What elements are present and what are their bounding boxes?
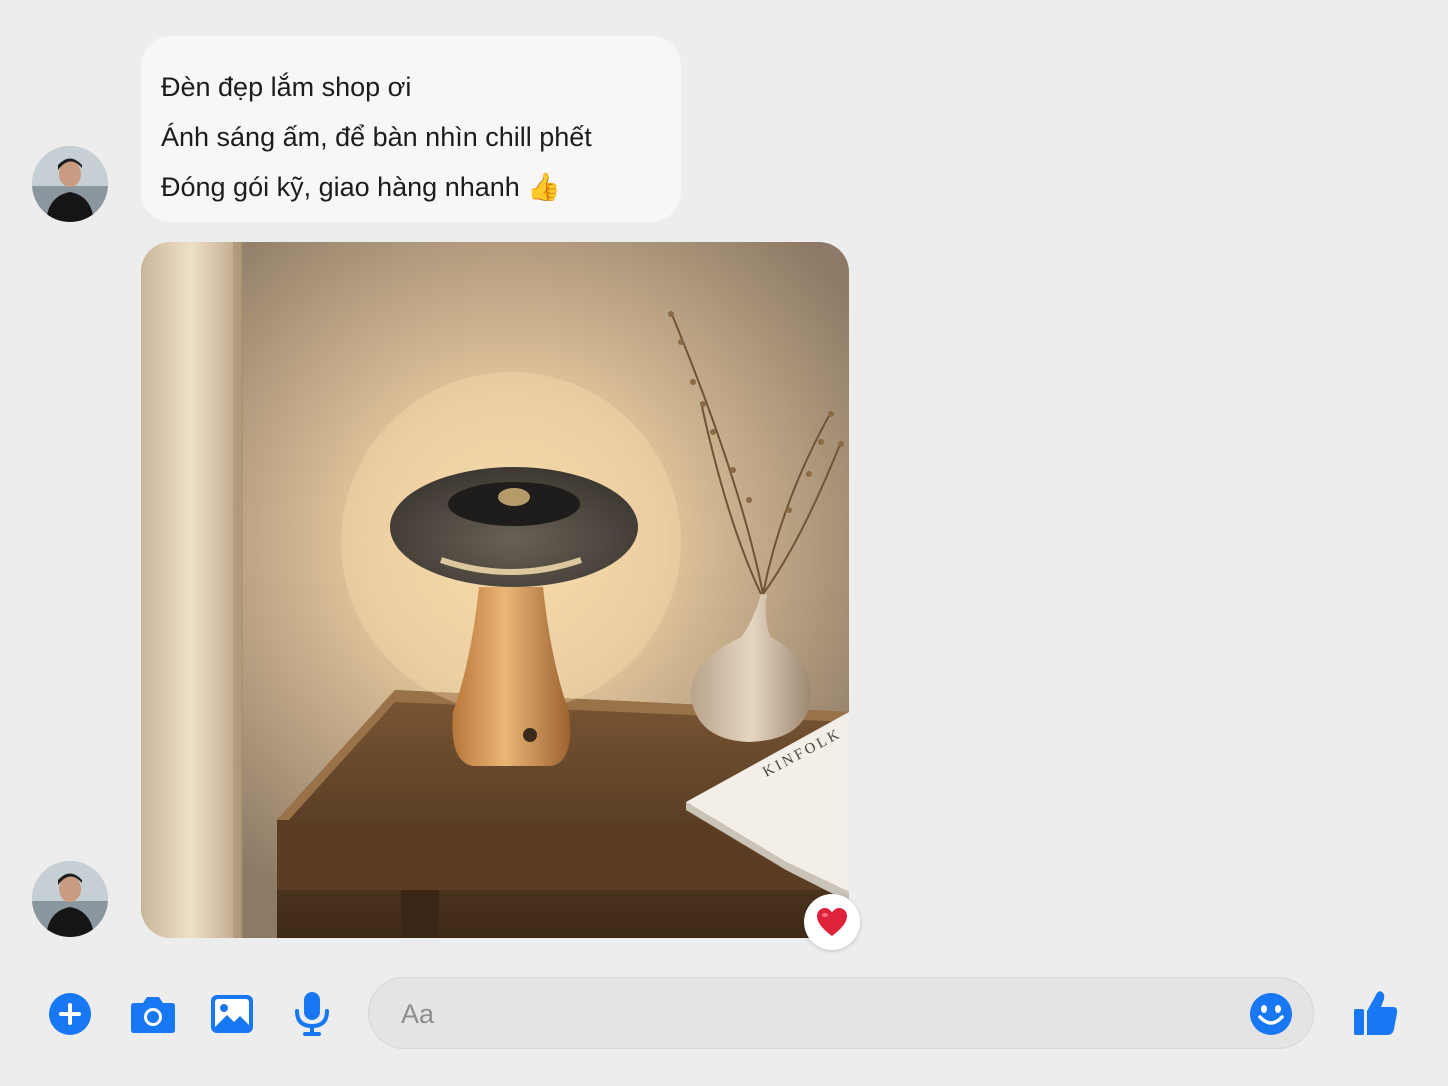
gallery-button[interactable] [208,990,256,1038]
camera-icon [131,997,175,1033]
gallery-icon [211,995,253,1033]
plus-button[interactable] [46,990,94,1038]
emoji-button[interactable] [1249,992,1293,1036]
message-line: Ánh sáng ấm, để bàn nhìn chill phết [161,122,592,152]
message-input-box[interactable] [368,977,1314,1050]
like-button[interactable] [1350,986,1402,1040]
photo-message[interactable]: KINFOLK [141,242,849,938]
sender-avatar[interactable] [32,146,108,222]
message-line: Đèn đẹp lắm shop ơi [161,72,412,102]
smile-icon [1250,993,1292,1035]
thumbs-up-icon [1354,991,1398,1035]
camera-button[interactable] [129,990,177,1038]
heart-icon [817,908,847,936]
received-message-bubble[interactable]: Đèn đẹp lắm shop ơi Ánh sáng ấm, để bàn … [141,36,681,222]
sender-avatar[interactable] [32,861,108,937]
message-input[interactable] [399,978,1223,1050]
heart-reaction[interactable] [804,894,860,950]
message-line: Đóng gói kỹ, giao hàng nhanh 👍 [161,172,561,202]
plus-icon [49,993,91,1035]
voice-button[interactable] [288,990,336,1038]
microphone-icon [295,992,329,1036]
